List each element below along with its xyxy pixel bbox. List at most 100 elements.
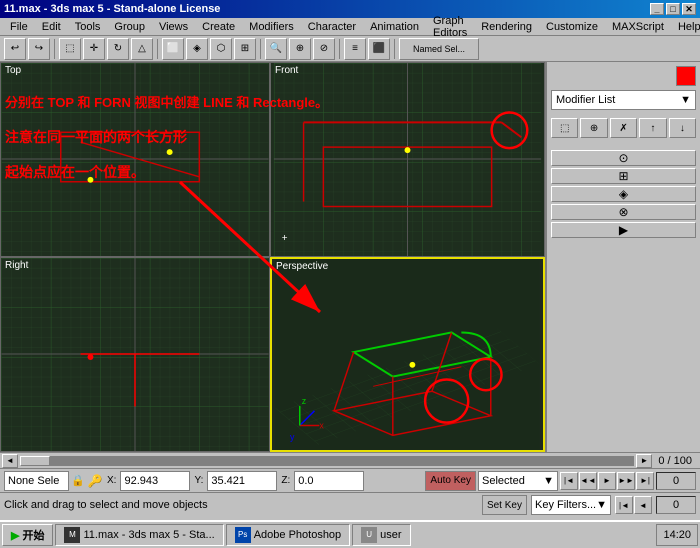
close-button[interactable]: ✕ <box>682 3 696 15</box>
viewport-right-label: Right <box>5 260 28 271</box>
maximize-button[interactable]: □ <box>666 3 680 15</box>
menu-views[interactable]: Views <box>153 20 194 34</box>
menu-edit[interactable]: Edit <box>36 20 67 34</box>
viewport-area: Top <box>0 62 545 452</box>
toolbar-btn-5[interactable]: ⬜ <box>162 38 184 60</box>
toolbar-btn-10[interactable]: ⊕ <box>289 38 311 60</box>
key-filters-dropdown[interactable]: Key Filters... ▼ <box>531 495 611 515</box>
svg-text:+: + <box>282 233 288 244</box>
set-key-button[interactable]: Set Key <box>482 495 527 515</box>
auto-key-button[interactable]: Auto Key <box>425 471 476 491</box>
color-swatch[interactable] <box>676 66 696 86</box>
scroll-right-button[interactable]: ► <box>636 454 652 468</box>
menu-animation[interactable]: Animation <box>364 20 425 34</box>
panel-btn-4[interactable]: ↑ <box>639 118 666 138</box>
toolbar-btn-11[interactable]: ⊘ <box>313 38 335 60</box>
anim-next-button[interactable]: ►► <box>617 472 635 490</box>
menu-tools[interactable]: Tools <box>69 20 107 34</box>
toolbar-sep-5 <box>394 39 395 59</box>
anim-play-button[interactable]: ► <box>598 472 616 490</box>
menu-character[interactable]: Character <box>302 20 362 34</box>
menu-create[interactable]: Create <box>196 20 241 34</box>
toolbar-btn-2[interactable]: ↪ <box>28 38 50 60</box>
anim-end-button[interactable]: ►| <box>636 472 654 490</box>
viewport-top-label: Top <box>5 65 21 76</box>
y-coord-field[interactable]: 35.421 <box>207 471 277 491</box>
toolbar-btn-1[interactable]: ↩ <box>4 38 26 60</box>
menu-bar: File Edit Tools Group Views Create Modif… <box>0 18 700 36</box>
menu-maxscript[interactable]: MAXScript <box>606 20 670 34</box>
panel-tab-1[interactable]: ⊙ <box>551 150 696 166</box>
toolbar-btn-12[interactable]: ≡ <box>344 38 366 60</box>
toolbar: ↩ ↪ ⬚ ✛ ↻ △ ⬜ ◈ ⬡ ⊞ 🔍 ⊕ ⊘ ≡ ⬛ Named Sel.… <box>0 36 700 62</box>
key-frame-value: 0 <box>673 475 679 487</box>
viewport-perspective[interactable]: Perspective <box>270 257 545 452</box>
menu-help[interactable]: Help <box>672 20 700 34</box>
z-label: Z: <box>279 475 292 486</box>
taskbar-item-3dsmax[interactable]: M 11.max - 3ds max 5 - Sta... <box>55 524 223 546</box>
panel-tab-4[interactable]: ⊗ <box>551 204 696 220</box>
y-label: Y: <box>192 475 205 486</box>
taskbar-item-user[interactable]: U user <box>352 524 410 546</box>
menu-modifiers[interactable]: Modifiers <box>243 20 300 34</box>
minimize-button[interactable]: _ <box>650 3 664 15</box>
taskbar-item-photoshop[interactable]: Ps Adobe Photoshop <box>226 524 350 546</box>
panel-tab-3[interactable]: ◈ <box>551 186 696 202</box>
scroll-left-button[interactable]: ◄ <box>2 454 18 468</box>
viewport-right[interactable]: Right <box>0 257 270 452</box>
panel-tab-5[interactable]: ▶ <box>551 222 696 238</box>
panel-btn-3[interactable]: ✗ <box>610 118 637 138</box>
toolbar-btn-7[interactable]: ⬡ <box>210 38 232 60</box>
z-coord-field[interactable]: 0.0 <box>294 471 364 491</box>
anim-prev-button[interactable]: ◄◄ <box>579 472 597 490</box>
status-row1: None Sele 🔒 🔑 X: 92.943 Y: 35.421 Z: 0.0… <box>0 469 700 493</box>
menu-group[interactable]: Group <box>108 20 151 34</box>
z-value: 0.0 <box>298 475 313 487</box>
key-icon[interactable]: 🔑 <box>87 473 103 489</box>
status-bar: None Sele 🔒 🔑 X: 92.943 Y: 35.421 Z: 0.0… <box>0 468 700 520</box>
key-filters-arrow: ▼ <box>596 499 607 511</box>
viewport-top[interactable]: Top <box>0 62 270 257</box>
taskbar: ▶ 开始 M 11.max - 3ds max 5 - Sta... Ps Ad… <box>0 520 700 548</box>
anim-start-button[interactable]: |◄ <box>560 472 578 490</box>
viewport-front[interactable]: Front <box>270 62 545 257</box>
lock-icon[interactable]: 🔒 <box>71 473 85 489</box>
toolbar-btn-move[interactable]: ✛ <box>83 38 105 60</box>
menu-graph-editors[interactable]: Graph Editors <box>427 14 473 40</box>
toolbar-btn-rotate[interactable]: ↻ <box>107 38 129 60</box>
key-frame-value-2: 0 <box>673 499 679 511</box>
toolbar-btn-9[interactable]: 🔍 <box>265 38 287 60</box>
viewport-perspective-label: Perspective <box>276 261 328 272</box>
selected-dropdown[interactable]: Selected ▼ <box>478 471 558 491</box>
key-frame-field[interactable]: 0 <box>656 472 696 490</box>
menu-file[interactable]: File <box>4 20 34 34</box>
selected-label: Selected <box>482 475 525 487</box>
taskbar-item-3-label: user <box>380 529 401 541</box>
panel-btn-5[interactable]: ↓ <box>669 118 696 138</box>
toolbar-btn-6[interactable]: ◈ <box>186 38 208 60</box>
key-frame-field-2[interactable]: 0 <box>656 496 696 514</box>
status-text: Click and drag to select and move object… <box>4 499 208 511</box>
anim-btn-extra2[interactable]: ◄ <box>634 496 652 514</box>
selected-arrow: ▼ <box>543 475 554 487</box>
svg-text:z: z <box>302 396 306 406</box>
toolbar-btn-scale[interactable]: △ <box>131 38 153 60</box>
menu-rendering[interactable]: Rendering <box>475 20 538 34</box>
h-scrollbar: ◄ ► 0 / 100 <box>0 452 700 468</box>
toolbar-btn-select[interactable]: ⬚ <box>59 38 81 60</box>
x-coord-field[interactable]: 92.943 <box>120 471 190 491</box>
start-button[interactable]: ▶ 开始 <box>2 524 53 546</box>
scroll-track[interactable] <box>20 456 634 466</box>
toolbar-btn-8[interactable]: ⊞ <box>234 38 256 60</box>
panel-btn-2[interactable]: ⊕ <box>580 118 607 138</box>
panel-tab-2[interactable]: ⊞ <box>551 168 696 184</box>
anim-btn-extra1[interactable]: |◄ <box>615 496 633 514</box>
scroll-thumb[interactable] <box>20 456 50 466</box>
x-label: X: <box>105 475 118 486</box>
modifier-dropdown[interactable]: Modifier List ▼ <box>551 90 696 110</box>
menu-customize[interactable]: Customize <box>540 20 604 34</box>
toolbar-btn-13[interactable]: ⬛ <box>368 38 390 60</box>
toolbar-btn-named-sel[interactable]: Named Sel... <box>399 38 479 60</box>
panel-btn-1[interactable]: ⬚ <box>551 118 578 138</box>
progress-display: 0 / 100 <box>652 455 698 467</box>
